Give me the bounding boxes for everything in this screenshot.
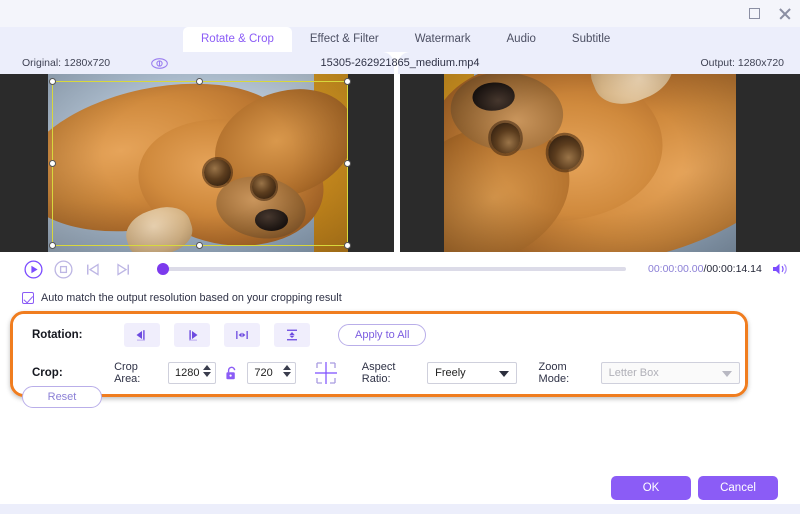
crop-height-decrement-icon[interactable] xyxy=(282,372,291,377)
crop-label: Crop: xyxy=(32,367,63,379)
close-button[interactable] xyxy=(776,6,792,22)
crop-width-stepper[interactable] xyxy=(167,362,217,384)
crop-handle-top-right[interactable] xyxy=(344,78,351,85)
original-resolution-label: Original: 1280x720 xyxy=(22,57,111,69)
original-info-pane: Original: 1280x720 xyxy=(0,52,394,74)
aspect-ratio-value: Freely xyxy=(435,367,466,379)
tab-audio[interactable]: Audio xyxy=(489,27,554,52)
crop-height-arrows[interactable] xyxy=(282,365,291,377)
crop-height-stepper[interactable] xyxy=(247,362,296,384)
preview-info-bar: Original: 1280x720 Output: 1280x720 1530… xyxy=(0,52,800,74)
progress-slider[interactable] xyxy=(157,263,626,275)
output-resolution-label: Output: 1280x720 xyxy=(700,57,784,69)
aspect-ratio-label: Aspect Ratio: xyxy=(361,361,396,385)
cancel-button[interactable]: Cancel xyxy=(698,476,778,500)
auto-match-label: Auto match the output resolution based o… xyxy=(41,292,342,304)
crop-width-arrows[interactable] xyxy=(203,365,212,377)
crop-handle-middle-left[interactable] xyxy=(49,159,56,167)
rotation-label: Rotation: xyxy=(32,329,83,341)
rotate-right-icon[interactable] xyxy=(174,323,210,347)
crop-selection-rectangle[interactable] xyxy=(49,78,351,249)
crop-handle-top-left[interactable] xyxy=(49,78,56,85)
maximize-icon xyxy=(748,8,760,19)
output-video-frame xyxy=(400,74,800,252)
tab-watermark[interactable]: Watermark xyxy=(397,27,489,52)
crop-handle-bottom-left[interactable] xyxy=(49,242,56,249)
tab-subtitle[interactable]: Subtitle xyxy=(554,27,628,52)
crop-height-increment-icon[interactable] xyxy=(282,365,291,370)
stop-button[interactable] xyxy=(52,258,74,280)
timecode-display: 00:00:00.00/00:00:14.14 xyxy=(648,263,762,275)
auto-match-checkbox-row[interactable]: Auto match the output resolution based o… xyxy=(22,292,342,304)
crop-handle-bottom-center[interactable] xyxy=(196,242,203,249)
crop-position-icon[interactable] xyxy=(312,360,340,386)
playback-bar: 00:00:00.00/00:00:14.14 xyxy=(0,252,800,286)
apply-to-all-button[interactable]: Apply to All xyxy=(338,324,427,346)
crop-width-decrement-icon[interactable] xyxy=(203,372,212,377)
tab-bar: Rotate & Crop Effect & Filter Watermark … xyxy=(0,27,800,52)
volume-icon[interactable] xyxy=(772,261,790,277)
window-controls xyxy=(746,0,792,27)
crop-handle-top-center[interactable] xyxy=(196,78,203,85)
video-editor-dialog: Rotate & Crop Effect & Filter Watermark … xyxy=(0,0,800,514)
maximize-button[interactable] xyxy=(746,6,762,22)
total-time: 00:00:14.14 xyxy=(706,263,762,275)
current-time: 00:00:00.00 xyxy=(648,263,704,275)
crop-row: Crop: Crop Area: 1280 720 Aspect Ratio: … xyxy=(18,354,740,392)
rotation-row: Rotation: Apply to All xyxy=(18,316,740,354)
preview-area xyxy=(0,74,800,252)
zoom-mode-label: Zoom Mode: xyxy=(538,361,570,385)
flip-horizontal-icon[interactable] xyxy=(224,323,260,347)
crop-width-increment-icon[interactable] xyxy=(203,365,212,370)
title-bar xyxy=(0,0,800,27)
zoom-mode-select[interactable]: Letter Box xyxy=(600,362,740,384)
crop-handle-bottom-right[interactable] xyxy=(344,242,351,249)
crop-area-label: Crop Area: xyxy=(114,361,141,385)
close-icon xyxy=(778,7,791,20)
previous-frame-button[interactable] xyxy=(82,258,104,280)
eye-icon[interactable] xyxy=(150,57,168,69)
next-frame-button[interactable] xyxy=(112,258,134,280)
chevron-down-icon xyxy=(722,371,732,377)
rotate-left-icon[interactable] xyxy=(124,323,160,347)
zoom-mode-value: Letter Box xyxy=(608,367,659,379)
source-preview[interactable] xyxy=(0,74,394,252)
bottom-strip xyxy=(0,504,800,514)
tab-effect-filter[interactable]: Effect & Filter xyxy=(292,27,397,52)
auto-match-checkbox[interactable] xyxy=(22,292,34,304)
reset-button[interactable]: Reset xyxy=(22,386,102,408)
play-button[interactable] xyxy=(22,258,44,280)
crop-handle-middle-right[interactable] xyxy=(344,159,351,167)
tab-rotate-crop[interactable]: Rotate & Crop xyxy=(183,27,292,52)
aspect-ratio-select[interactable]: Freely xyxy=(427,362,517,384)
output-preview[interactable] xyxy=(400,74,800,252)
output-info-pane: Output: 1280x720 xyxy=(398,52,800,74)
ok-button[interactable]: OK xyxy=(611,476,691,500)
flip-vertical-icon[interactable] xyxy=(274,323,310,347)
progress-slider-handle[interactable] xyxy=(157,263,169,275)
unlock-icon[interactable] xyxy=(225,365,238,381)
settings-panel: Rotation: Apply to All Crop: Crop Area: … xyxy=(18,316,740,392)
chevron-down-icon xyxy=(498,371,509,377)
